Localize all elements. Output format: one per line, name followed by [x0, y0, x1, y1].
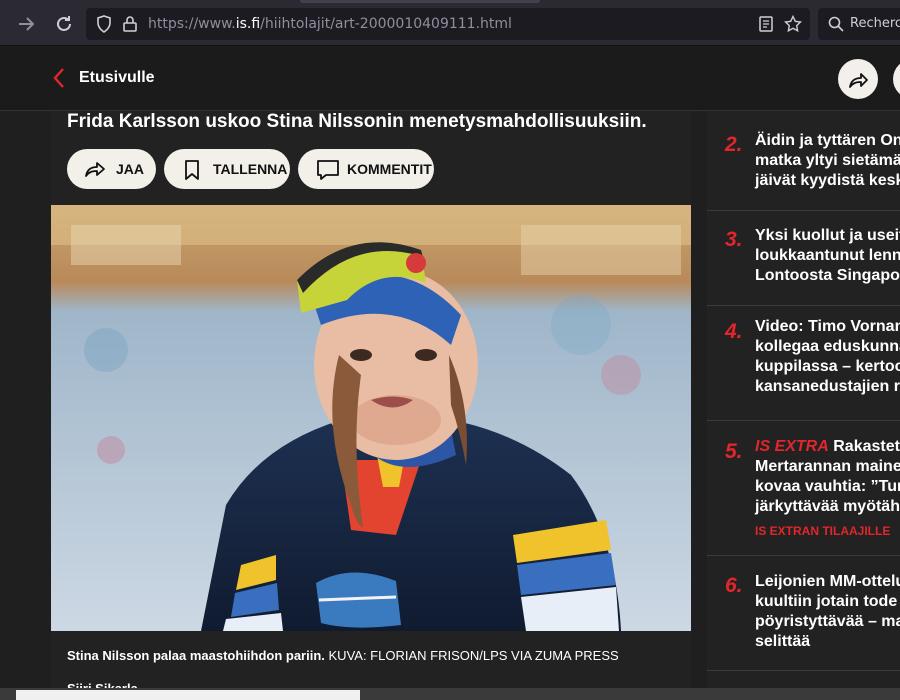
list-item-title[interactable]: Video: Timo Vornan kollegaa eduskunna ku…: [755, 317, 900, 397]
article-lead: Frida Karlsson uskoo Stina Nilssonin men…: [67, 111, 647, 132]
share-label: JAA: [116, 161, 145, 177]
list-item-title[interactable]: IS EXTRA Rakastet Mertarannan maine kova…: [755, 437, 900, 517]
lock-icon[interactable]: [120, 14, 140, 34]
rank-number: 4.: [725, 320, 743, 343]
list-item-title[interactable]: Äidin ja tyttären On matka yltyi sietämä…: [755, 131, 900, 191]
comments-button[interactable]: KOMMENTIT: [298, 149, 434, 189]
comments-label: KOMMENTIT: [347, 161, 432, 177]
list-item[interactable]: 6. Leijonien MM-ottelu kuultiin jotain t…: [707, 556, 900, 671]
search-placeholder: Recherch: [850, 16, 900, 31]
header-extra-button[interactable]: [893, 59, 900, 99]
caption-credit: KUVA: FLORIAN FRISON/LPS VIA ZUMA PRESS: [328, 648, 619, 663]
share-icon: [85, 162, 105, 177]
bookmark-icon: [185, 160, 199, 180]
taskbar-search[interactable]: [16, 690, 360, 700]
rank-number: 3.: [725, 228, 743, 251]
list-item-title[interactable]: Yksi kuollut ja useit loukkaantunut lenn…: [755, 226, 900, 286]
reader-view-icon[interactable]: [758, 16, 774, 32]
article: Frida Karlsson uskoo Stina Nilssonin men…: [51, 111, 691, 700]
shield-icon[interactable]: [94, 14, 114, 34]
rank-number: 5.: [725, 440, 743, 463]
active-tab-edge: [300, 0, 540, 3]
comment-icon: [317, 160, 339, 180]
list-item[interactable]: 2. Äidin ja tyttären On matka yltyi siet…: [707, 111, 900, 211]
address-bar[interactable]: https://www.is.fi/hiihtolajit/art-200001…: [86, 8, 810, 40]
save-label: TALLENNA: [213, 161, 288, 177]
share-icon: [849, 73, 868, 88]
reload-icon[interactable]: [52, 12, 76, 36]
rank-number: 6.: [725, 574, 743, 597]
caption-text: Stina Nilsson palaa maastohiihdon pariin…: [67, 648, 325, 663]
share-button[interactable]: JAA: [67, 149, 156, 189]
site-header: Etusivulle: [0, 46, 900, 111]
rank-number: 2.: [725, 133, 743, 156]
header-share-button[interactable]: [838, 59, 878, 99]
article-photo[interactable]: [51, 205, 691, 631]
save-button[interactable]: TALLENNA: [164, 149, 290, 189]
taskbar: [0, 688, 900, 700]
bookmark-star-icon[interactable]: [784, 15, 802, 33]
search-box[interactable]: Recherch: [818, 8, 900, 40]
most-read-list: 2. Äidin ja tyttären On matka yltyi siet…: [707, 111, 900, 700]
forward-icon[interactable]: [14, 12, 38, 36]
back-chevron-icon[interactable]: [52, 67, 66, 89]
list-item[interactable]: 4. Video: Timo Vornan kollegaa eduskunna…: [707, 306, 900, 421]
is-extra-badge: IS EXTRA: [755, 438, 829, 455]
list-item-title[interactable]: Leijonien MM-ottelu kuultiin jotain tode…: [755, 572, 900, 652]
subscriber-label: IS EXTRAN TILAAJILLE: [755, 524, 891, 538]
search-icon: [828, 16, 844, 32]
list-item[interactable]: 3. Yksi kuollut ja useit loukkaantunut l…: [707, 211, 900, 306]
browser-toolbar: https://www.is.fi/hiihtolajit/art-200001…: [0, 0, 900, 46]
url-text[interactable]: https://www.is.fi/hiihtolajit/art-200001…: [148, 16, 512, 32]
photo-caption: Stina Nilsson palaa maastohiihdon pariin…: [67, 647, 687, 664]
back-link[interactable]: Etusivulle: [79, 69, 155, 87]
list-item[interactable]: 5. IS EXTRA Rakastet Mertarannan maine k…: [707, 421, 900, 556]
